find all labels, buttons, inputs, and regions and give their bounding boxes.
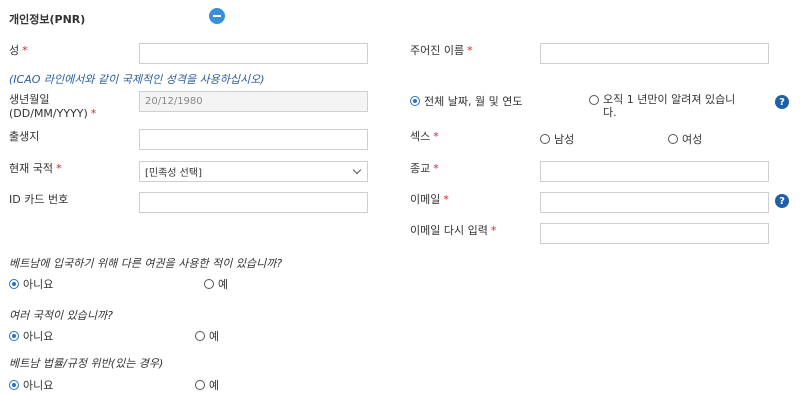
chevron-down-icon xyxy=(352,165,362,175)
religion-label: 종교 * xyxy=(410,162,439,175)
email-input[interactable] xyxy=(540,192,769,213)
question-circle-icon[interactable]: ? xyxy=(775,194,789,208)
sex-male-radio[interactable] xyxy=(540,134,550,144)
question-law-violation: 베트남 법률/규정 위반(있는 경우) xyxy=(9,357,164,370)
q1-yes-option[interactable]: 예 xyxy=(204,276,228,292)
dob-full-date-option[interactable]: 전체 날짜, 월 및 연도 xyxy=(410,93,522,109)
dob-input[interactable] xyxy=(139,91,368,112)
q2-yes-option[interactable]: 예 xyxy=(195,328,219,344)
surname-input[interactable] xyxy=(139,43,368,64)
sex-female-radio[interactable] xyxy=(668,134,678,144)
q3-no-option[interactable]: 아니요 xyxy=(9,377,53,393)
question-other-passport: 베트남에 입국하기 위해 다른 여권을 사용한 적이 있습니까? xyxy=(9,257,283,270)
nationality-select[interactable]: [민족성 선택] xyxy=(139,161,368,182)
question-circle-icon[interactable]: ? xyxy=(775,95,789,109)
email-repeat-label: 이메일 다시 입력 * xyxy=(410,224,497,237)
icao-hint: (ICAO 라인에서와 같이 국제적인 성격을 사용하십시오) xyxy=(9,73,265,86)
q3-yes-option[interactable]: 예 xyxy=(195,377,219,393)
sex-label: 섹스 * xyxy=(410,130,439,143)
dob-year-only-option[interactable]: 오직 1 년만이 알려져 있습니 다. xyxy=(589,93,735,119)
email-repeat-input[interactable] xyxy=(540,223,769,244)
q3-yes-radio[interactable] xyxy=(195,380,205,390)
q1-yes-radio[interactable] xyxy=(204,279,214,289)
q2-yes-radio[interactable] xyxy=(195,331,205,341)
sex-female-option[interactable]: 여성 xyxy=(668,131,702,147)
given-name-label: 주어진 이름 * xyxy=(410,44,473,57)
id-card-input[interactable] xyxy=(139,192,368,213)
religion-input[interactable] xyxy=(540,161,769,182)
birthplace-input[interactable] xyxy=(139,129,368,150)
dob-year-only-radio[interactable] xyxy=(589,95,599,105)
dob-full-date-radio[interactable] xyxy=(410,96,420,106)
q3-no-radio[interactable] xyxy=(9,380,19,390)
nationality-label: 현재 국적 * xyxy=(9,162,62,175)
q2-no-option[interactable]: 아니요 xyxy=(9,328,53,344)
sex-male-option[interactable]: 남성 xyxy=(540,131,574,147)
q1-no-option[interactable]: 아니요 xyxy=(9,276,53,292)
q1-no-radio[interactable] xyxy=(9,279,19,289)
email-label: 이메일 * xyxy=(410,193,449,206)
id-card-label: ID 카드 번호 xyxy=(9,193,69,206)
question-multiple-nationality: 여러 국적이 있습니까? xyxy=(9,309,113,322)
minus-circle-icon[interactable] xyxy=(209,8,225,24)
birthplace-label: 출생지 xyxy=(9,130,40,143)
given-name-input[interactable] xyxy=(540,43,769,64)
surname-label: 성 * xyxy=(9,44,28,57)
q2-no-radio[interactable] xyxy=(9,331,19,341)
section-title: 개인정보(PNR) xyxy=(9,13,86,26)
dob-label: 생년월일 (DD/MM/YYYY) * xyxy=(9,93,97,120)
